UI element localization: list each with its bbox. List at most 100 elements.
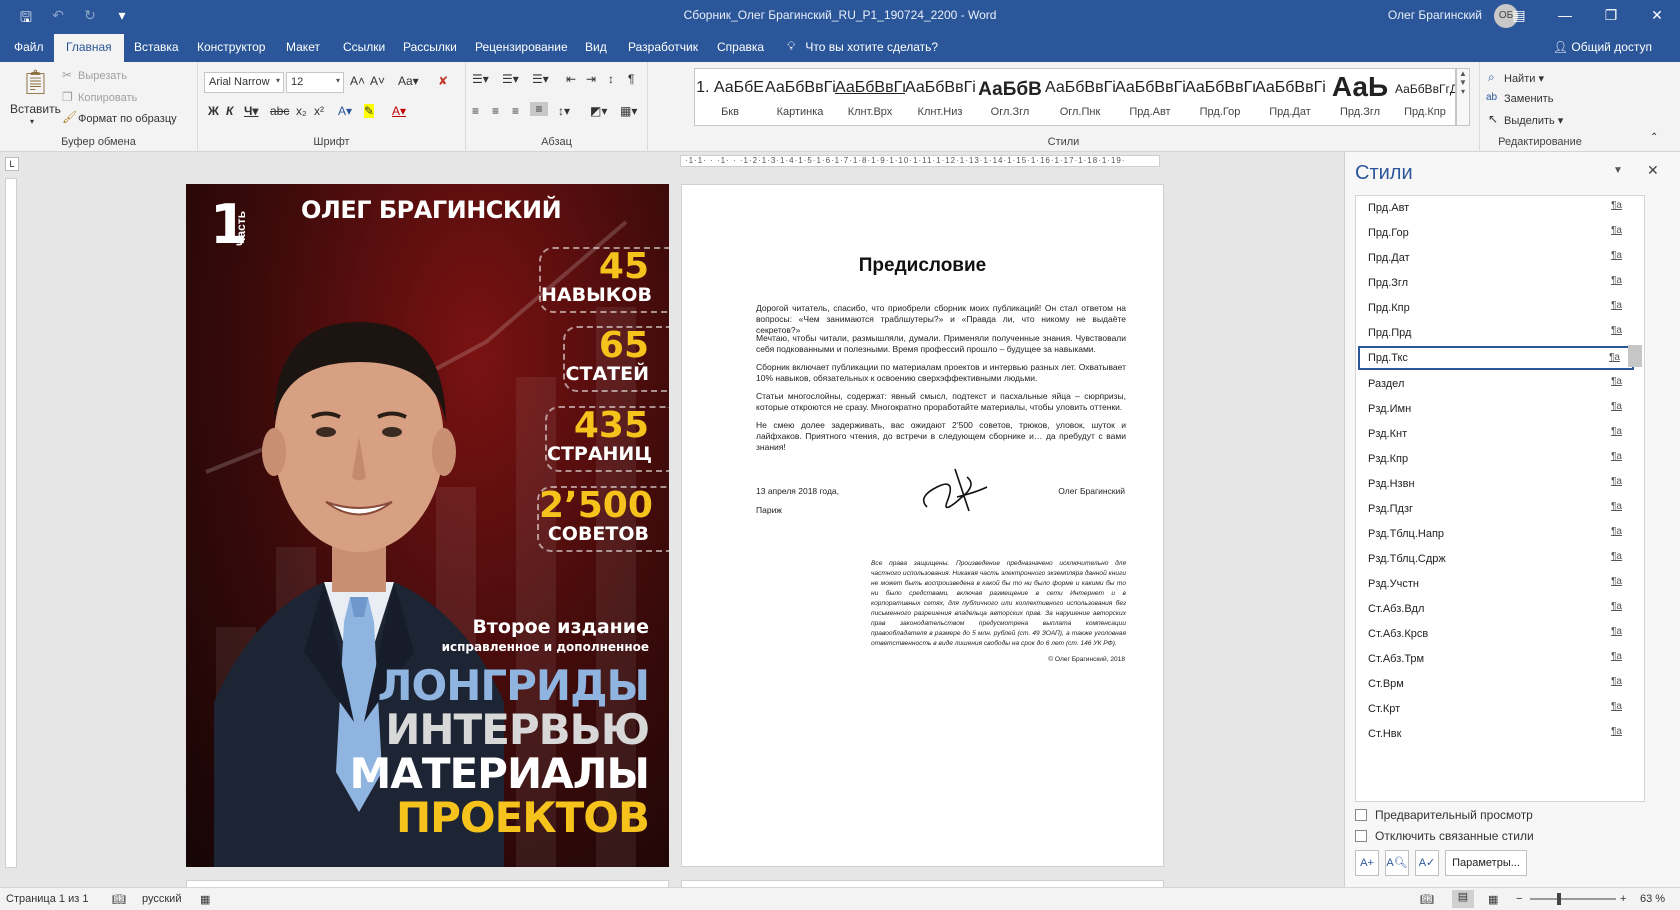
vertical-ruler[interactable]	[5, 178, 17, 868]
replace-button[interactable]: Заменить	[1504, 93, 1553, 105]
tab-mailings[interactable]: Рассылки	[403, 40, 457, 54]
language-indicator[interactable]: русский	[142, 893, 181, 905]
share-button[interactable]: 👤︎ Общий доступ	[1553, 40, 1652, 54]
paste-button[interactable]: Вставить	[10, 102, 61, 116]
superscript-icon[interactable]: x²	[314, 104, 324, 118]
style-row[interactable]: Ст.Абз.Вдл ¶a	[1358, 597, 1634, 621]
tab-selector[interactable]: L	[5, 157, 19, 171]
minimize-button[interactable]: —	[1542, 0, 1588, 32]
align-right-icon[interactable]: ≡	[512, 104, 519, 118]
font-color-icon[interactable]: A▾	[392, 104, 406, 118]
tab-insert[interactable]: Вставка	[134, 40, 179, 54]
bullets-icon[interactable]: ☰▾	[472, 72, 489, 86]
preview-checkbox[interactable]: Предварительный просмотр	[1355, 808, 1533, 822]
manage-styles-icon[interactable]: A✓	[1415, 850, 1439, 876]
grow-font-icon[interactable]: A˄	[350, 74, 365, 88]
styles-list[interactable]: Прд.Авт ¶a Прд.Гор ¶a Прд.Дат ¶a Прд.Згл ¶a …	[1355, 195, 1645, 802]
new-style-icon[interactable]: A+	[1355, 850, 1379, 876]
style-item[interactable]: АаБбВвГі Клнт.Низ	[905, 69, 975, 125]
style-row[interactable]: Прд.Згл ¶a	[1358, 271, 1634, 295]
web-layout-icon[interactable]: ▦	[1488, 893, 1498, 906]
style-item[interactable]: АаБбВвГі Прд.Дат	[1255, 69, 1325, 125]
numbering-icon[interactable]: ☰▾	[502, 72, 519, 86]
align-center-icon[interactable]: ≡	[492, 104, 499, 118]
style-row-selected[interactable]: Прд.Ткс ¶a	[1358, 346, 1634, 370]
zoom-out-icon[interactable]: −	[1516, 893, 1522, 905]
select-button[interactable]: Выделить ▾	[1504, 114, 1563, 127]
tab-layout[interactable]: Макет	[286, 40, 320, 54]
pilcrow-icon[interactable]: ¶	[628, 72, 634, 86]
style-row[interactable]: Прд.Гор ¶a	[1358, 221, 1634, 245]
close-button[interactable]: ✕	[1634, 0, 1680, 32]
highlight-icon[interactable]: ✎	[364, 104, 375, 118]
style-item[interactable]: АаБбВвГі Прд.Авт	[1115, 69, 1185, 125]
next-page-right[interactable]	[681, 880, 1164, 887]
style-row[interactable]: Прд.Авт ¶a	[1358, 196, 1634, 220]
style-item[interactable]: АаБбВвГг Прд.Гор	[1185, 69, 1255, 125]
horizontal-ruler[interactable]: ·1·1· · ·1· · ·1·2·1·3·1·4·1·5·1·6·1·7·1…	[680, 155, 1160, 167]
justify-icon[interactable]: ≡	[530, 102, 548, 116]
style-row[interactable]: Раздел ¶a	[1358, 372, 1634, 396]
tab-home[interactable]: Главная	[54, 34, 124, 62]
decrease-indent-icon[interactable]: ⇤	[566, 72, 576, 86]
style-item[interactable]: АаБбВвГі Огл.Пнк	[1045, 69, 1115, 125]
styles-gallery-scroll[interactable]: ▲ ▼ ▾	[1456, 68, 1470, 126]
style-row[interactable]: Прд.Кпр ¶a	[1358, 296, 1634, 320]
tab-help[interactable]: Справка	[717, 40, 764, 54]
tab-design[interactable]: Конструктор	[197, 40, 265, 54]
zoom-level[interactable]: 63 %	[1640, 893, 1665, 905]
style-row[interactable]: Рзд.Кпр ¶a	[1358, 447, 1634, 471]
change-case-icon[interactable]: Aa▾	[398, 74, 419, 88]
style-row[interactable]: Рзд.Тблц.Напр ¶a	[1358, 522, 1634, 546]
strikethrough-icon[interactable]: abc	[270, 104, 289, 118]
style-item[interactable]: АаБбВвГі Картинка	[765, 69, 835, 125]
style-row[interactable]: Рзд.Пдзг ¶a	[1358, 497, 1634, 521]
close-icon[interactable]: ✕	[1647, 162, 1659, 179]
style-item[interactable]: АаБбВ Огл.Згл	[975, 69, 1045, 125]
font-size-combo[interactable]: 12 ▾	[286, 72, 344, 93]
style-item[interactable]: АаБбВвГг Клнт.Врх	[835, 69, 905, 125]
style-item[interactable]: АаБбВвГгД Прд.Кпр	[1395, 69, 1455, 125]
page-count[interactable]: Страница 1 из 1	[6, 893, 88, 905]
read-mode-icon[interactable]: 📖︎	[1420, 893, 1434, 906]
increase-indent-icon[interactable]: ⇥	[586, 72, 596, 86]
zoom-slider[interactable]	[1530, 893, 1616, 905]
styles-list-scrollbar[interactable]	[1628, 345, 1642, 367]
pane-options-icon[interactable]: ▼	[1613, 165, 1623, 176]
next-page-left[interactable]	[186, 880, 669, 887]
tab-references[interactable]: Ссылки	[343, 40, 385, 54]
format-painter-button[interactable]: Формат по образцу	[78, 113, 177, 125]
style-item[interactable]: 1. АаБбЕ Бкв	[695, 69, 765, 125]
tab-review[interactable]: Рецензирование	[475, 40, 568, 54]
style-row[interactable]: Рзд.Тблц.Сдрж ¶a	[1358, 547, 1634, 571]
style-row[interactable]: Ст.Абз.Крсв ¶a	[1358, 622, 1634, 646]
clear-formatting-icon[interactable]: ✘	[438, 74, 448, 88]
cut-button[interactable]: Вырезать	[78, 70, 127, 82]
subscript-icon[interactable]: x₂	[296, 104, 307, 118]
zoom-in-icon[interactable]: +	[1620, 893, 1626, 905]
align-left-icon[interactable]: ≡	[472, 104, 479, 118]
style-row[interactable]: Рзд.Учстн ¶a	[1358, 572, 1634, 596]
restore-button[interactable]: ❐	[1588, 0, 1634, 32]
tab-developer[interactable]: Разработчик	[628, 40, 698, 54]
line-spacing-icon[interactable]: ↕▾	[558, 104, 570, 118]
paste-dropdown-icon[interactable]: ▾	[30, 117, 34, 126]
options-button[interactable]: Параметры...	[1445, 850, 1527, 876]
document-area[interactable]: L ·1·1· · ·1· · ·1·2·1·3·1·4·1·5·1·6·1·7…	[0, 152, 1344, 887]
copy-button[interactable]: Копировать	[78, 92, 137, 104]
style-row[interactable]: Прд.Прд ¶a	[1358, 321, 1634, 345]
tell-me-search[interactable]: 💡︎ Что вы хотите сделать?	[787, 39, 938, 54]
borders-icon[interactable]: ▦▾	[620, 104, 637, 118]
zoom-slider-thumb[interactable]	[1557, 893, 1562, 905]
shading-icon[interactable]: ◩▾	[590, 104, 607, 118]
style-row[interactable]: Прд.Дат ¶a	[1358, 246, 1634, 270]
sort-icon[interactable]: ↕	[608, 72, 614, 86]
style-row[interactable]: Рзд.Имн ¶a	[1358, 397, 1634, 421]
style-row[interactable]: Ст.Абз.Трм ¶a	[1358, 647, 1634, 671]
tab-view[interactable]: Вид	[585, 40, 607, 54]
bold-icon[interactable]: Ж	[208, 104, 219, 118]
find-button[interactable]: Найти ▾	[1504, 72, 1544, 85]
paste-icon[interactable]: 📋︎	[20, 68, 50, 98]
cover-page[interactable]: 1 Часть ОЛЕГ БРАГИНСКИЙ 45 НАВЫКОВ 65 СТ…	[186, 184, 669, 867]
collapse-ribbon-icon[interactable]: ⌃	[1650, 132, 1658, 143]
